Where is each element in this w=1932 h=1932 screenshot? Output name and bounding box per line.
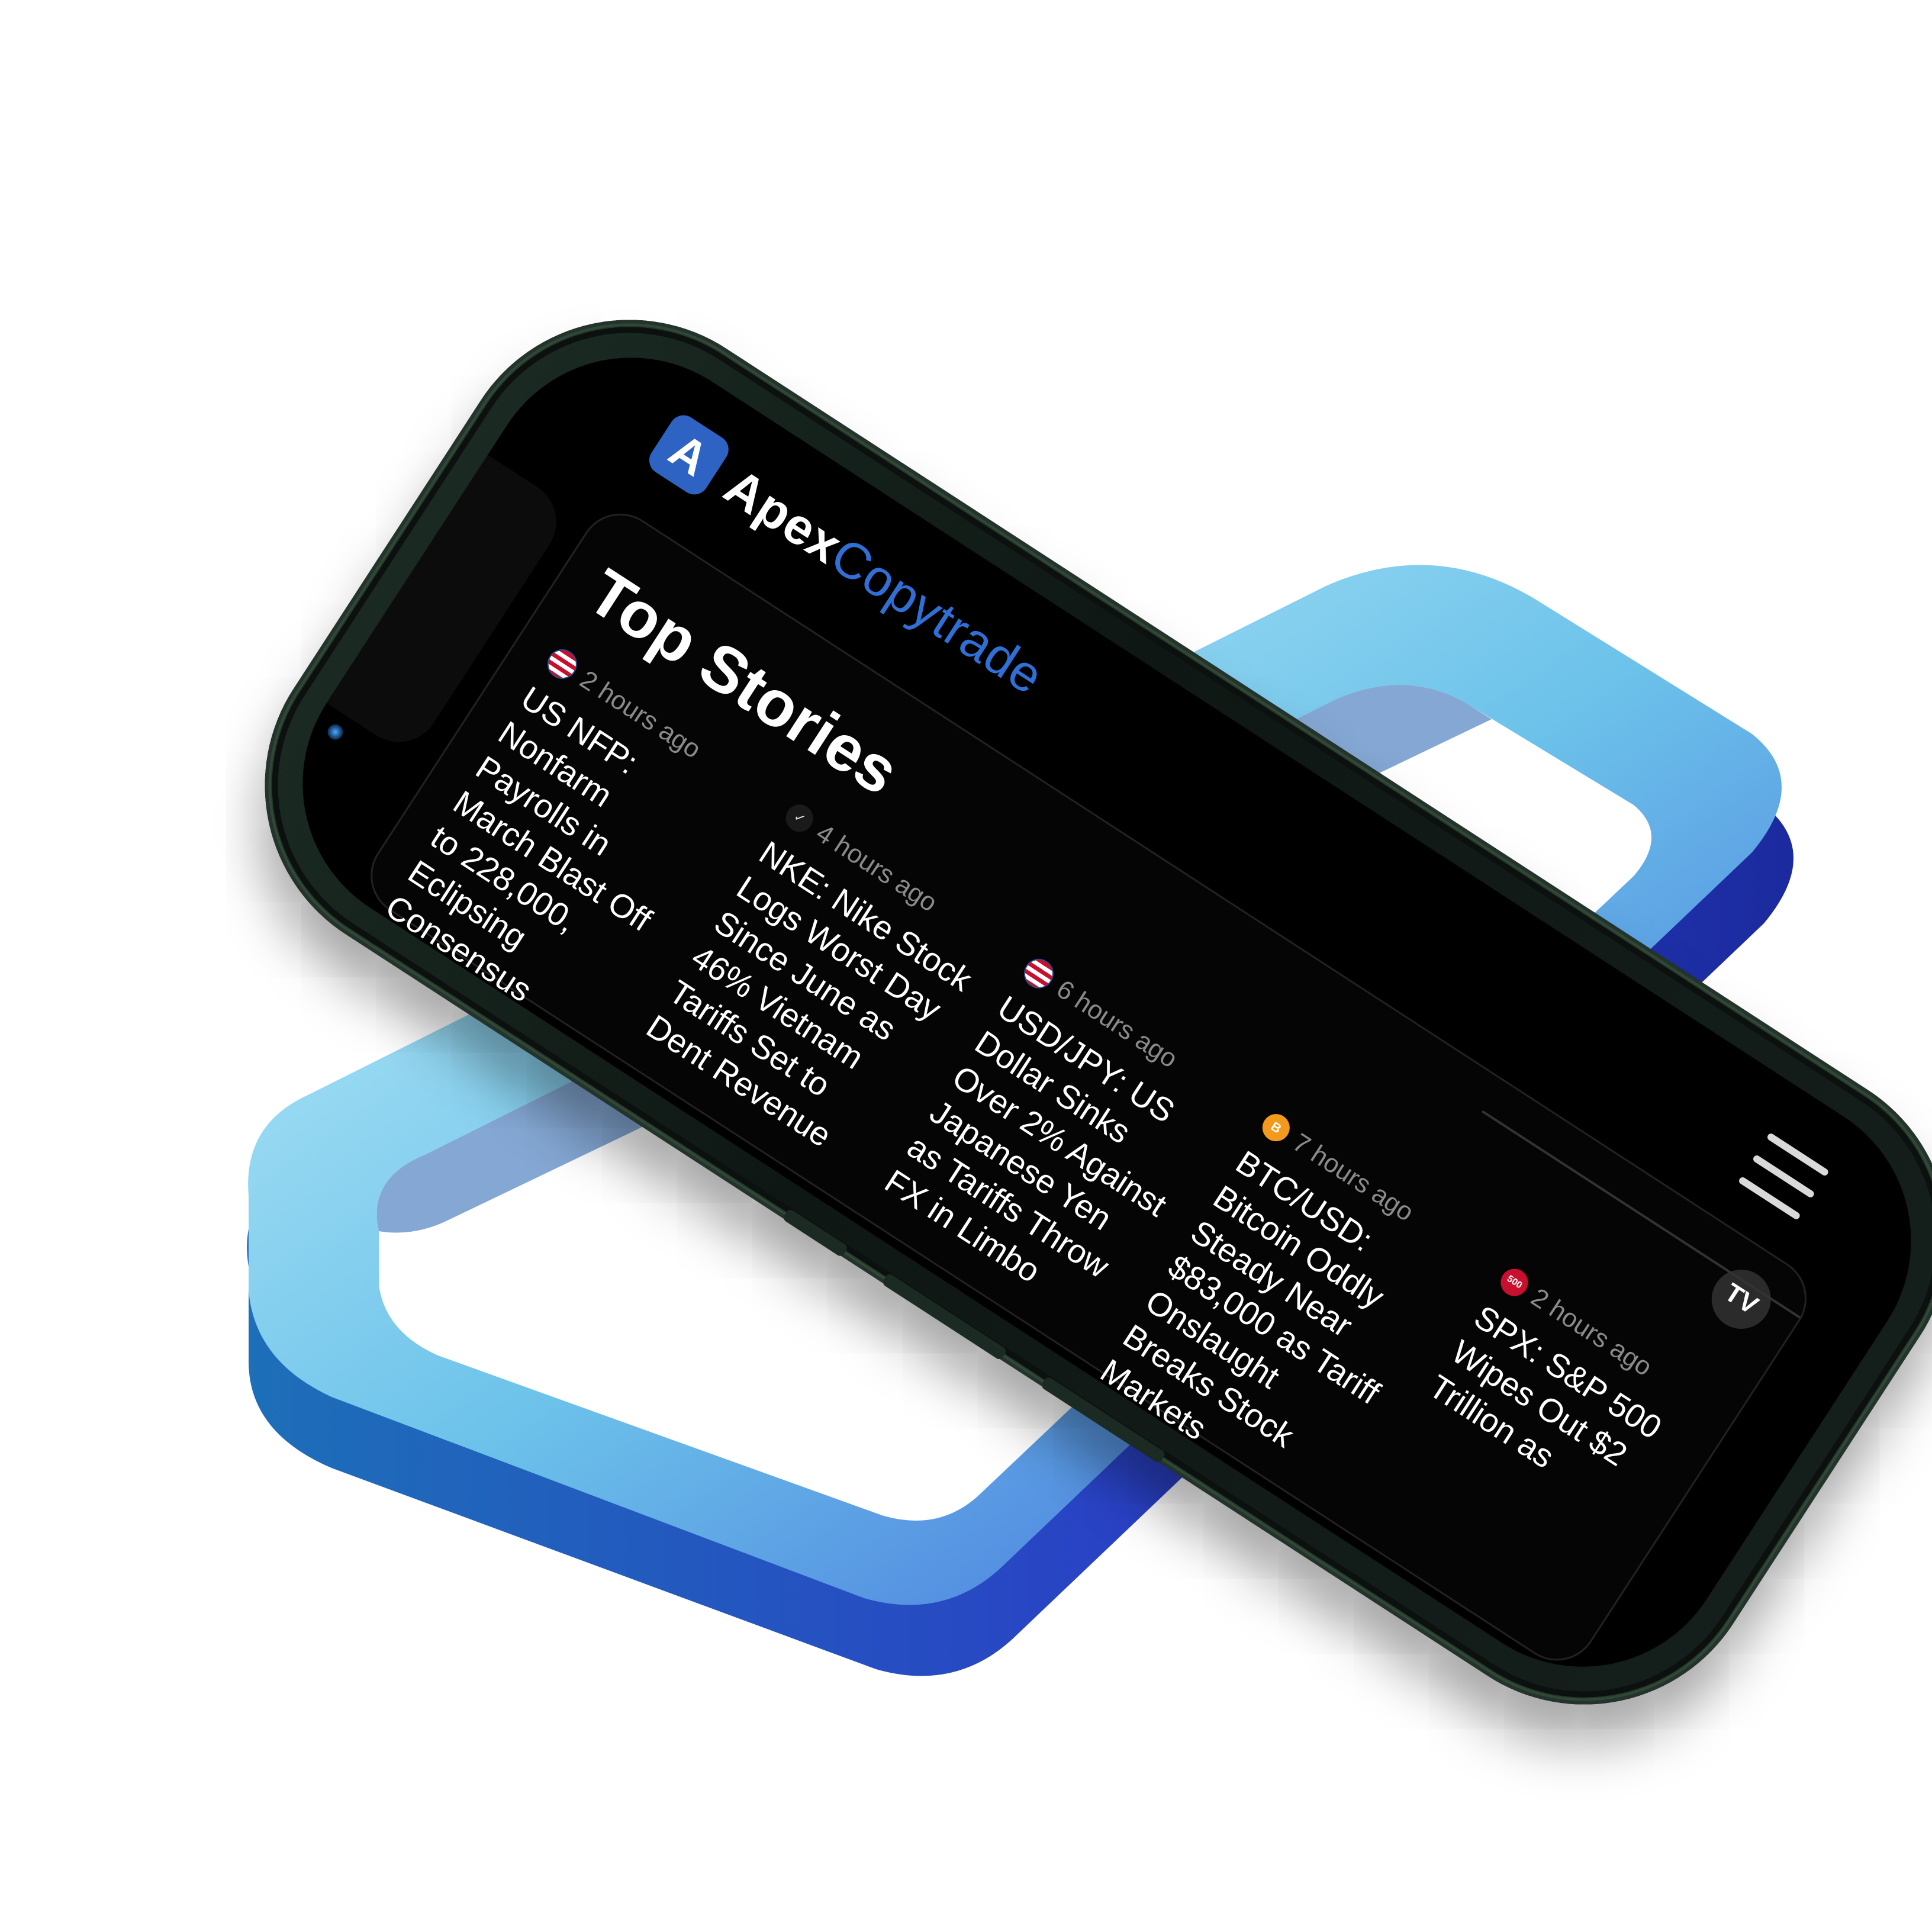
hamburger-menu-icon[interactable] — [1737, 1132, 1830, 1221]
us-flag-icon — [1018, 953, 1060, 994]
apex-logo-icon: A — [643, 410, 734, 500]
tradingview-label: TV — [1720, 1277, 1763, 1321]
logo-letter: A — [660, 423, 718, 487]
scene: A ApexCopytrade Top Stories TV 2 hours a… — [0, 0, 1932, 1932]
us-flag-icon — [542, 643, 583, 685]
nike-logo-icon: ✓ — [780, 799, 819, 838]
sp500-icon: 500 — [1495, 1263, 1534, 1302]
bitcoin-icon: B — [1257, 1109, 1295, 1147]
front-camera — [324, 721, 346, 743]
story-headline: SPX: S&P 500 Wipes Out $2 Trillion as — [1422, 1297, 1669, 1476]
